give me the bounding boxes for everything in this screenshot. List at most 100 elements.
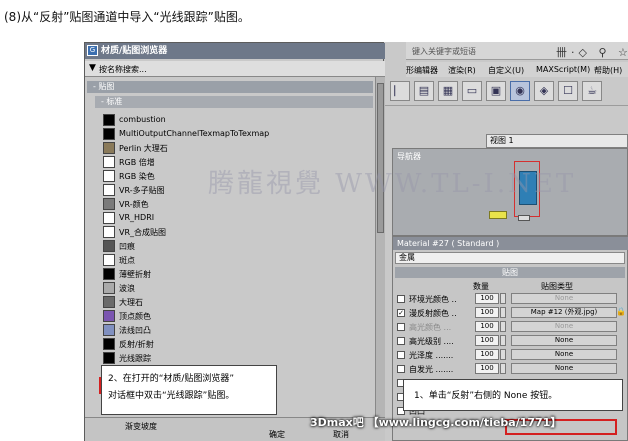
map-item-label: 波浪 [119,284,135,293]
spinner-arrows-icon[interactable] [500,335,506,346]
menu-help[interactable]: 帮助(H) [594,65,622,76]
map-item[interactable]: 薄壁折射 [103,267,373,281]
map-row-label: 自发光 ....... [409,365,454,374]
map-slot-button[interactable]: None [511,363,617,374]
map-enable-checkbox[interactable] [397,323,405,331]
search-by-name-input[interactable]: 按名称搜索... [99,64,147,75]
map-enable-checkbox[interactable] [397,351,405,359]
map-node[interactable] [489,211,507,219]
map-row-label: 漫反射颜色 .. [409,309,457,318]
spinner-arrows-icon[interactable] [500,321,506,332]
keyword-search-bar[interactable]: 键入关键字或短语 卌·◇ ⚲ ☆ | ? · [406,42,628,60]
map-item-label: Perlin 大理石 [119,144,168,153]
map-row: ✓ 漫反射颜色 .. 100 Map #12 (外观.jpg) [397,307,623,320]
graphite-icon[interactable]: ▦ [438,81,458,101]
map-item[interactable]: 大理石 [103,295,373,309]
map-item-label: MultiOutputChannelTexmapToTexmap [119,129,270,138]
curve-editor-icon[interactable]: ▭ [462,81,482,101]
callout-step-2-line1: 2、在打开的“材质/贴图浏览器” [108,374,235,384]
map-item[interactable]: 顶点颜色 [103,309,373,323]
map-item-label: 法线凹凸 [119,326,151,335]
spinner-arrows-icon[interactable] [500,363,506,374]
callout-step-2-line2: 对话框中双击“光线跟踪”贴图。 [108,391,235,401]
map-item-label: 斑点 [119,256,135,265]
map-swatch [103,128,115,140]
browser-title: 材质/贴图浏览器 [85,43,385,59]
map-item[interactable]: 凹痕 [103,239,373,253]
align-icon[interactable]: ⎸ [390,81,410,101]
map-enable-checkbox[interactable]: ✓ [397,309,405,317]
map-row-label: 高光颜色 ... [409,323,452,332]
render-setup-icon[interactable]: ◈ [534,81,554,101]
map-swatch [103,156,115,168]
chevron-down-icon[interactable]: ▼ [89,63,96,73]
map-slot-button[interactable]: None [511,321,617,332]
map-item[interactable]: VR_HDRI [103,211,373,225]
amount-spinner[interactable]: 100 [475,307,499,318]
callout-step-2: 2、在打开的“材质/贴图浏览器” 对话框中双击“光线跟踪”贴图。 [101,365,277,415]
map-row: 自发光 ....... 100 None [397,363,623,376]
map-slot-button[interactable]: None [511,349,617,360]
menu-graph-editors[interactable]: 形编辑器 [406,65,438,76]
amount-spinner[interactable]: 100 [475,363,499,374]
map-slot-button[interactable]: None [511,293,617,304]
map-swatch [103,212,115,224]
layer-icon[interactable]: ▤ [414,81,434,101]
group-standard[interactable]: - 标准 [95,96,373,108]
amount-spinner[interactable]: 100 [475,349,499,360]
map-item-label: VR-多子贴图 [119,186,165,195]
map-swatch [103,254,115,266]
watermark: 腾龍視覺 WWW.TL-I.NET [208,169,577,199]
map-enable-checkbox[interactable] [397,365,405,373]
menu-maxscript[interactable]: MAXScript(M) [536,65,590,74]
map-enable-checkbox[interactable] [397,337,405,345]
maps-rollout-header[interactable]: 贴图 [395,267,625,278]
map-item-label: 光线跟踪 [119,354,151,363]
map-item[interactable]: 反射/折射 [103,337,373,351]
map-row-label: 高光级别 .... [409,337,454,346]
browser-search-bar[interactable]: ▼ 按名称搜索... [85,61,385,77]
amount-spinner[interactable]: 100 [475,335,499,346]
map-enable-checkbox[interactable] [397,295,405,303]
map-swatch [103,226,115,238]
map-node-small[interactable] [518,215,530,221]
map-row-label: 光泽度 ....... [409,351,454,360]
map-item[interactable]: 法线凹凸 [103,323,373,337]
map-item[interactable]: 光线跟踪 [103,351,373,365]
map-item-label: RGB 染色 [119,172,155,181]
map-slot-button[interactable]: Map #12 (外观.jpg) [511,307,617,318]
amount-spinner[interactable]: 100 [475,321,499,332]
scrollbar-thumb[interactable] [377,83,384,233]
map-item[interactable]: combustion [103,113,373,127]
render-frame-icon[interactable]: ☐ [558,81,578,101]
amount-column-header: 数量 [473,282,489,291]
map-item-label: combustion [119,115,166,124]
map-item[interactable]: VR_合成贴图 [103,225,373,239]
schematic-icon[interactable]: ▣ [486,81,506,101]
map-item-label: 凹痕 [119,242,135,251]
map-item-label: 薄壁折射 [119,270,151,279]
spinner-arrows-icon[interactable] [500,349,506,360]
spinner-arrows-icon[interactable] [500,293,506,304]
map-item[interactable]: 斑点 [103,253,373,267]
map-item[interactable]: Perlin 大理石 [103,141,373,155]
map-item[interactable]: MultiOutputChannelTexmapToTexmap [103,127,373,141]
material-title: Material #27 ( Standard ) [393,237,628,250]
material-name-field[interactable]: 金属 [395,252,625,264]
map-swatch [103,352,115,364]
menu-customize[interactable]: 自定义(U) [488,65,524,76]
ok-button[interactable]: 确定 [257,429,297,441]
top-toolbar-icons[interactable]: 卌·◇ ⚲ ☆ | ? · [556,44,628,60]
amount-spinner[interactable]: 100 [475,293,499,304]
render-teapot-icon[interactable]: ☕ [582,81,602,101]
map-slot-button[interactable]: None [511,335,617,346]
site-brand: 3Dmax吧 【www.lingcg.com/tieba/1771】 [310,416,562,429]
group-maps[interactable]: - 贴图 [87,81,373,93]
menu-rendering[interactable]: 渲染(R) [448,65,476,76]
map-item[interactable]: 波浪 [103,281,373,295]
map-row-label: 环境光颜色 .. [409,295,457,304]
browser-scrollbar[interactable] [375,77,385,417]
material-editor-icon[interactable]: ◉ [510,81,530,101]
view-dropdown[interactable]: 视图 1 [486,134,628,148]
spinner-arrows-icon[interactable] [500,307,506,318]
